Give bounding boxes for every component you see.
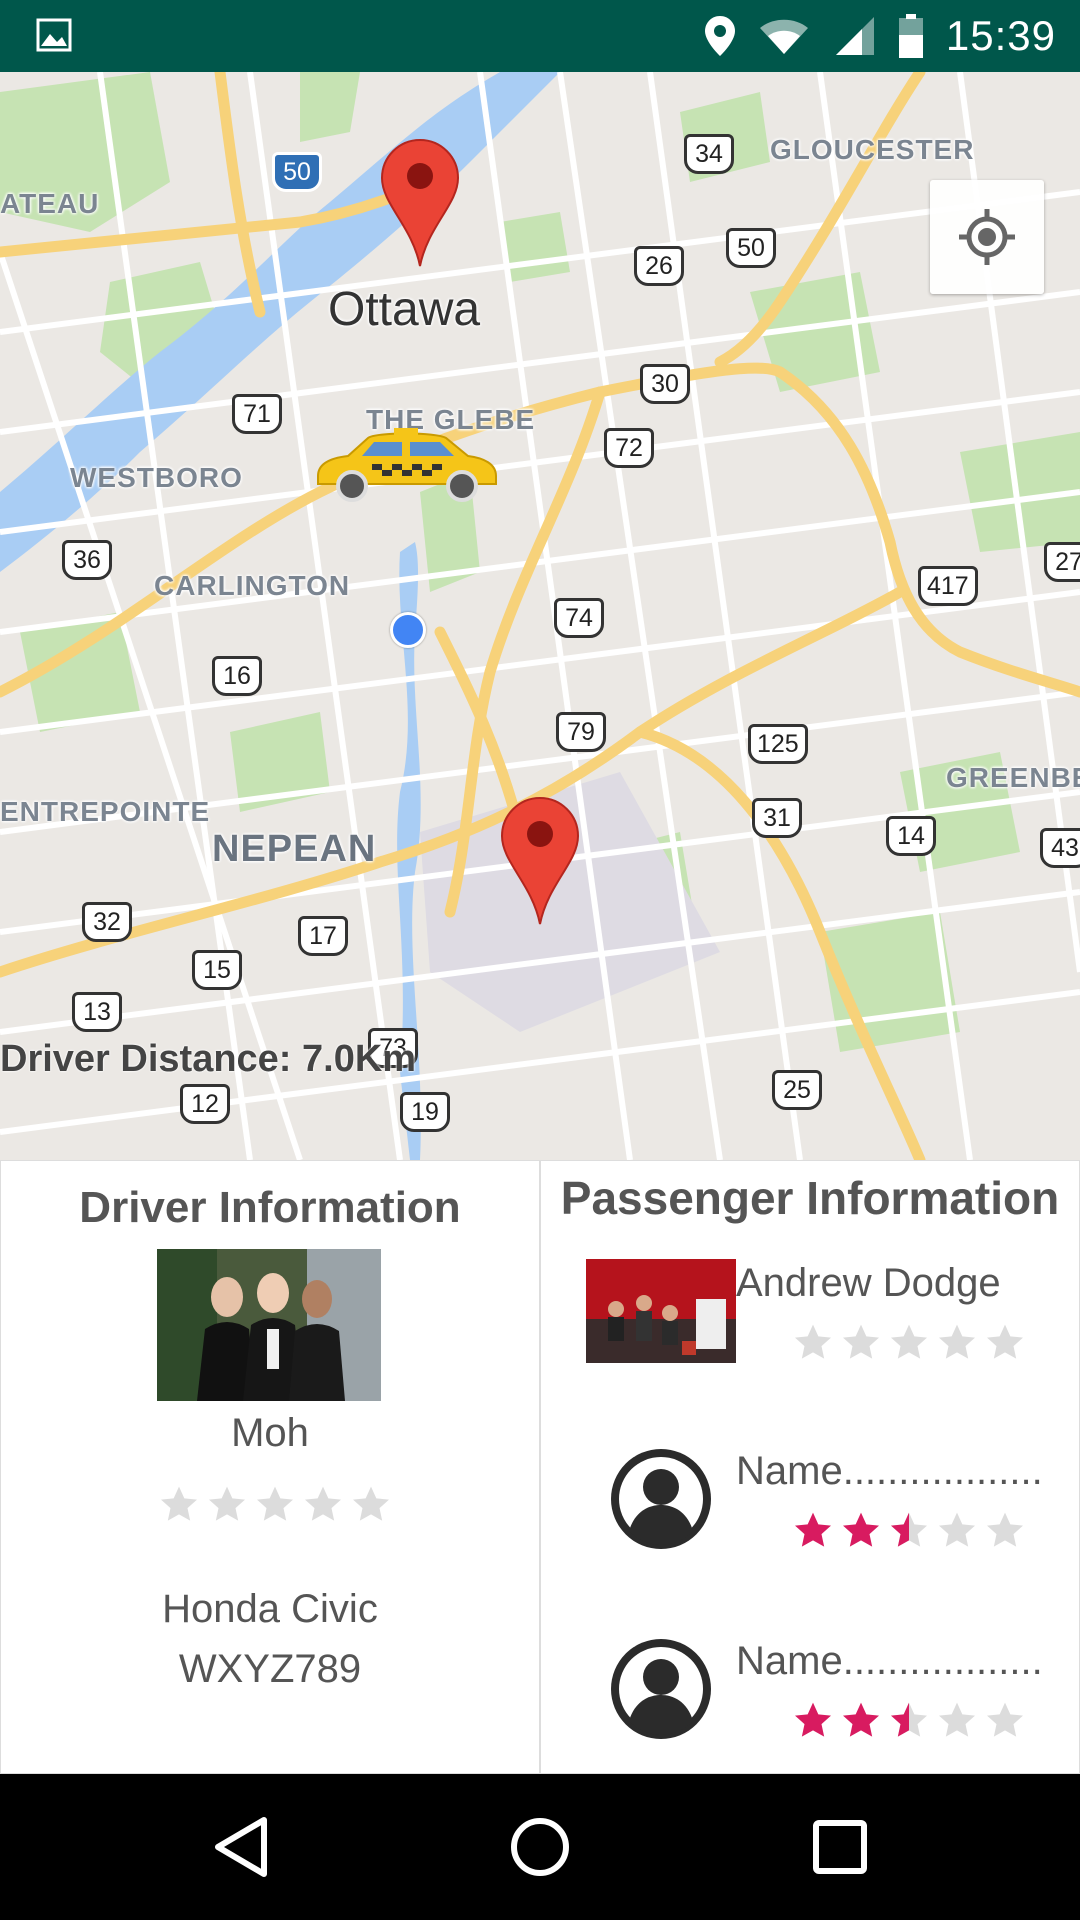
place-label-gloucester: GLOUCESTER	[770, 134, 975, 165]
star-icon	[161, 1486, 197, 1521]
route-shield: 15	[192, 950, 242, 990]
star-icon	[843, 1702, 879, 1737]
star-icon	[939, 1702, 975, 1737]
route-shield: 50	[272, 152, 322, 192]
route-shield: 34	[684, 134, 734, 174]
place-label-carlington: CARLINGTON	[154, 570, 351, 601]
route-shield: 79	[556, 712, 606, 752]
recents-icon[interactable]	[808, 1814, 872, 1880]
star-half-icon	[891, 1702, 927, 1737]
route-shield: 14	[886, 816, 936, 856]
star-half-icon	[891, 1512, 927, 1547]
driver-car-model: Honda Civic	[162, 1587, 378, 1631]
wifi-icon	[759, 19, 808, 54]
driver-car-plate: WXYZ789	[178, 1647, 362, 1691]
route-shield: 26	[634, 246, 684, 286]
star-icon	[795, 1702, 831, 1737]
route-shield: 31	[752, 798, 802, 838]
place-label-nepean: NEPEAN	[212, 828, 377, 870]
passenger-rating-stars	[793, 1701, 1025, 1741]
route-shield: 25	[772, 1070, 822, 1110]
route-shield: 74	[554, 598, 604, 638]
route-shield: 417	[918, 566, 978, 606]
place-label-ateau: ATEAU	[0, 188, 100, 219]
battery-icon	[898, 14, 923, 58]
location-icon	[704, 16, 735, 56]
star-icon	[987, 1512, 1023, 1547]
passenger-avatar-icon	[611, 1639, 711, 1739]
star-icon	[939, 1512, 975, 1547]
route-shield: 71	[232, 394, 282, 434]
star-icon	[843, 1512, 879, 1547]
driver-rating-stars	[159, 1485, 391, 1525]
route-shield: 50	[726, 228, 776, 268]
crosshair-icon	[959, 209, 1015, 265]
driver-information-panel: Driver Information Moh Honda Civic WXYZ7…	[0, 1160, 540, 1774]
passenger-panel-title: Passenger Information	[560, 1172, 1060, 1224]
driver-photo	[157, 1249, 381, 1401]
map-base	[0, 72, 1080, 1160]
pickup-pin-icon[interactable]	[380, 138, 460, 268]
driver-distance-label: Driver Distance:	[0, 1038, 292, 1080]
route-shield: 27	[1044, 542, 1080, 582]
my-location-dot	[390, 612, 426, 648]
home-icon[interactable]	[508, 1814, 572, 1880]
route-shield: 32	[82, 902, 132, 942]
taxi-car-icon	[317, 428, 497, 502]
star-icon	[939, 1324, 975, 1359]
place-label-ottawa: Ottawa	[328, 283, 481, 336]
star-icon	[305, 1486, 341, 1521]
route-shield: 17	[298, 916, 348, 956]
navigation-bar	[0, 1774, 1080, 1920]
passenger-name: Andrew Dodge	[736, 1261, 1001, 1305]
star-icon	[987, 1324, 1023, 1359]
passenger-avatar-icon	[611, 1449, 711, 1549]
route-shield: 30	[640, 364, 690, 404]
place-label-westboro: WESTBORO	[70, 462, 243, 493]
driver-panel-title: Driver Information	[79, 1183, 461, 1232]
passenger-rating-stars	[793, 1323, 1025, 1363]
route-shield: 125	[748, 724, 808, 764]
place-label-entrepointe: ENTREPOINTE	[0, 796, 211, 827]
star-icon	[353, 1486, 389, 1521]
driver-distance-value: 7.0Km	[302, 1038, 417, 1080]
status-bar: 15:39	[0, 0, 1080, 72]
clock: 15:39	[945, 12, 1056, 59]
cell-signal-icon	[835, 17, 874, 55]
passenger-information-panel: Passenger Information Andrew Dodge Name.…	[540, 1160, 1080, 1774]
back-icon[interactable]	[210, 1814, 274, 1880]
route-shield: 13	[72, 992, 122, 1032]
star-icon	[795, 1512, 831, 1547]
route-shield: 36	[62, 540, 112, 580]
passenger-rating-stars	[793, 1511, 1025, 1551]
star-icon	[209, 1486, 245, 1521]
my-location-button[interactable]	[930, 180, 1044, 294]
star-icon	[987, 1702, 1023, 1737]
driver-distance: Driver Distance: 7.0Km	[0, 1038, 416, 1081]
place-label-greenbe: GREENBE	[946, 762, 1080, 793]
star-icon	[257, 1486, 293, 1521]
image-notification-icon	[36, 18, 72, 52]
map-view[interactable]: Ottawa GLOUCESTER ATEAU WESTBORO CARLING…	[0, 72, 1080, 1160]
star-icon	[891, 1324, 927, 1359]
destination-pin-icon[interactable]	[500, 796, 580, 926]
route-shield: 12	[180, 1084, 230, 1124]
route-shield: 43	[1040, 828, 1080, 868]
route-shield: 19	[400, 1092, 450, 1132]
star-icon	[843, 1324, 879, 1359]
driver-name: Moh	[231, 1411, 309, 1455]
route-shield: 16	[212, 656, 262, 696]
passenger-name: Name..................	[736, 1449, 1043, 1493]
passenger-name: Name..................	[736, 1639, 1043, 1683]
star-icon	[795, 1324, 831, 1359]
passenger-photo	[586, 1259, 736, 1363]
route-shield: 72	[604, 428, 654, 468]
